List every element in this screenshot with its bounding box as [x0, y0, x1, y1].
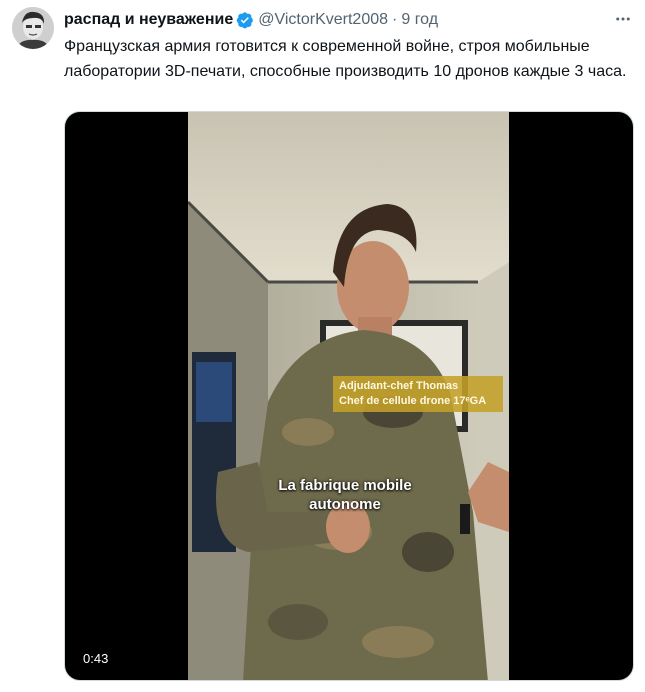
video-duration: 0:43 — [77, 649, 115, 668]
tweet-text: Французская армия готовится к современно… — [64, 38, 627, 80]
video-frame: Adjudant-chef Thomas Chef de cellule dro… — [188, 112, 509, 680]
overlay-line1: La fabrique mobile — [278, 477, 412, 494]
display-name[interactable]: распад и неуважение — [64, 11, 233, 29]
name-caption-line1: Adjudant-chef Thomas — [339, 380, 459, 392]
tweet-header: распад и неуважение @VictorKvert2008 · 9… — [64, 9, 633, 31]
avatar-image — [12, 7, 54, 49]
video-overlay-caption: La fabrique mobile autonome — [265, 476, 425, 514]
verified-badge-icon — [237, 12, 254, 29]
more-options-icon[interactable] — [613, 9, 633, 29]
name-caption-line2: Chef de cellule drone 17ᵉGA — [339, 395, 487, 407]
separator-dot: · — [392, 11, 398, 28]
handle[interactable]: @VictorKvert2008 — [258, 11, 388, 29]
avatar[interactable] — [12, 7, 54, 49]
overlay-line2: autonome — [309, 496, 381, 513]
timestamp[interactable]: 9 год — [401, 11, 438, 29]
tweet[interactable]: распад и неуважение @VictorKvert2008 · 9… — [0, 0, 645, 692]
name-caption: Adjudant-chef Thomas Chef de cellule dro… — [333, 376, 503, 412]
video-player[interactable]: Adjudant-chef Thomas Chef de cellule dro… — [64, 111, 634, 681]
